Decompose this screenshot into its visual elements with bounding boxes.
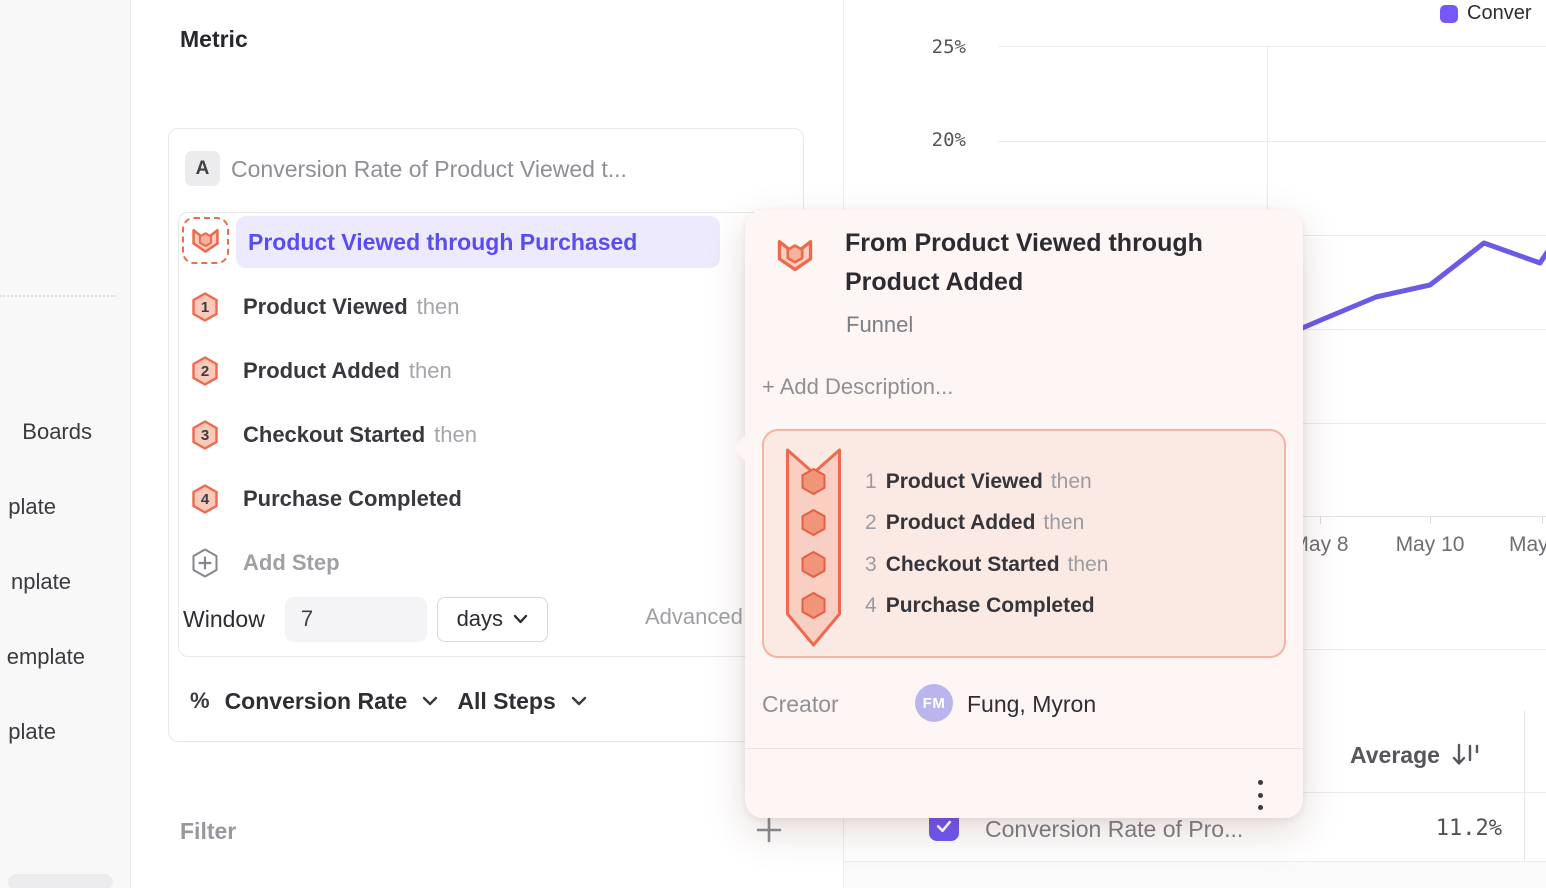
creator-avatar: FM bbox=[915, 684, 953, 722]
chart-legend[interactable]: Conver bbox=[1440, 2, 1531, 25]
table-column-separator bbox=[1524, 710, 1525, 862]
average-column-header[interactable]: Average bbox=[1350, 740, 1482, 770]
conversion-line bbox=[1300, 243, 1546, 329]
sidebar-item-template-3[interactable]: emplate bbox=[7, 642, 85, 672]
window-value-input[interactable] bbox=[285, 597, 427, 642]
series-badge: A bbox=[185, 151, 220, 186]
advanced-link[interactable]: Advanced bbox=[645, 604, 743, 630]
metric-heading: Metric bbox=[180, 26, 248, 53]
popover-divider bbox=[745, 748, 1303, 749]
sidebar: Boards plate nplate emplate plate bbox=[0, 0, 131, 888]
selected-funnel-step[interactable]: Product Viewed through Purchased bbox=[236, 216, 720, 268]
series-title[interactable]: Conversion Rate of Product Viewed t... bbox=[231, 153, 627, 185]
window-row: Window days Advanced bbox=[183, 596, 548, 642]
creator-name: Fung, Myron bbox=[967, 686, 1096, 722]
funnel-step-2[interactable]: 2 Product Added then bbox=[191, 355, 452, 387]
measure-type-dropdown[interactable]: Conversion Rate bbox=[225, 688, 408, 715]
gridline-20 bbox=[998, 141, 1546, 142]
chevron-down-icon bbox=[513, 614, 528, 624]
sidebar-item-template-1[interactable]: plate bbox=[8, 492, 56, 522]
add-step-icon bbox=[191, 548, 219, 578]
percent-prefix: % bbox=[190, 688, 210, 714]
add-step-label: Add Step bbox=[243, 550, 340, 576]
window-label: Window bbox=[183, 606, 265, 633]
sidebar-item-boards[interactable]: Boards bbox=[22, 417, 92, 447]
step-1-badge: 1 bbox=[191, 292, 219, 322]
funnel-metric-icon[interactable] bbox=[182, 217, 229, 264]
selected-funnel-label: Product Viewed through Purchased bbox=[248, 229, 637, 256]
add-description-link[interactable]: + Add Description... bbox=[762, 374, 953, 400]
sidebar-item-partial bbox=[8, 874, 113, 888]
funnel-icon bbox=[190, 226, 221, 255]
xtick-may10: May 10 bbox=[1392, 532, 1468, 558]
chevron-down-icon[interactable] bbox=[422, 696, 438, 706]
xtickmark-may10 bbox=[1430, 516, 1431, 524]
add-filter-button[interactable] bbox=[755, 816, 783, 844]
gridline-25 bbox=[998, 46, 1546, 47]
step-1-suffix: then bbox=[417, 294, 460, 320]
popover-type-label: Funnel bbox=[846, 312, 913, 338]
step-2-suffix: then bbox=[409, 358, 452, 384]
funnel-step-1[interactable]: 1 Product Viewed then bbox=[191, 291, 459, 323]
sidebar-item-template-4[interactable]: plate bbox=[8, 717, 56, 747]
chevron-down-icon[interactable] bbox=[571, 696, 587, 706]
xtickmark-may12 bbox=[1542, 516, 1543, 524]
funnel-icon bbox=[775, 236, 815, 274]
popover-step-4: 4 Purchase Completed bbox=[865, 591, 1103, 621]
ytick-25: 25% bbox=[886, 36, 966, 58]
measure-row: % Conversion Rate All Steps bbox=[190, 684, 587, 718]
step-4-badge: 4 bbox=[191, 484, 219, 514]
step-2-badge: 2 bbox=[191, 356, 219, 386]
step-4-name: Purchase Completed bbox=[243, 486, 462, 512]
legend-swatch bbox=[1440, 5, 1458, 23]
check-icon bbox=[933, 815, 955, 837]
filter-heading: Filter bbox=[180, 815, 236, 847]
measure-scope-dropdown[interactable]: All Steps bbox=[457, 688, 555, 715]
step-3-badge: 3 bbox=[191, 420, 219, 450]
xtickmark-may8 bbox=[1320, 516, 1321, 524]
funnel-step-3[interactable]: 3 Checkout Started then bbox=[191, 419, 477, 451]
popover-step-2: 2 Product Added then bbox=[865, 508, 1084, 538]
table-row-average-value: 11.2% bbox=[1330, 814, 1502, 844]
funnel-details-popover: From Product Viewed through Product Adde… bbox=[745, 210, 1303, 818]
popover-title: From Product Viewed through Product Adde… bbox=[845, 224, 1285, 302]
funnel-ribbon-icon bbox=[785, 447, 842, 649]
ytick-20: 20% bbox=[886, 129, 966, 151]
sort-descending-icon[interactable] bbox=[1452, 742, 1482, 768]
add-step-button[interactable]: Add Step bbox=[191, 547, 340, 579]
sidebar-divider bbox=[0, 295, 116, 297]
popover-step-3: 3 Checkout Started then bbox=[865, 550, 1108, 580]
xtick-may12: May 12 bbox=[1509, 532, 1546, 558]
step-1-name: Product Viewed bbox=[243, 294, 408, 320]
creator-label: Creator bbox=[762, 686, 839, 722]
step-3-name: Checkout Started bbox=[243, 422, 425, 448]
step-3-suffix: then bbox=[434, 422, 477, 448]
legend-label: Conver bbox=[1467, 2, 1531, 25]
funnel-step-4[interactable]: 4 Purchase Completed bbox=[191, 483, 471, 515]
window-unit-select[interactable]: days bbox=[437, 597, 548, 642]
table-footer-strip bbox=[844, 862, 1546, 888]
more-options-button[interactable] bbox=[1257, 780, 1263, 810]
sidebar-item-template-2[interactable]: nplate bbox=[11, 567, 71, 597]
step-2-name: Product Added bbox=[243, 358, 400, 384]
popover-step-1: 1 Product Viewed then bbox=[865, 467, 1092, 497]
